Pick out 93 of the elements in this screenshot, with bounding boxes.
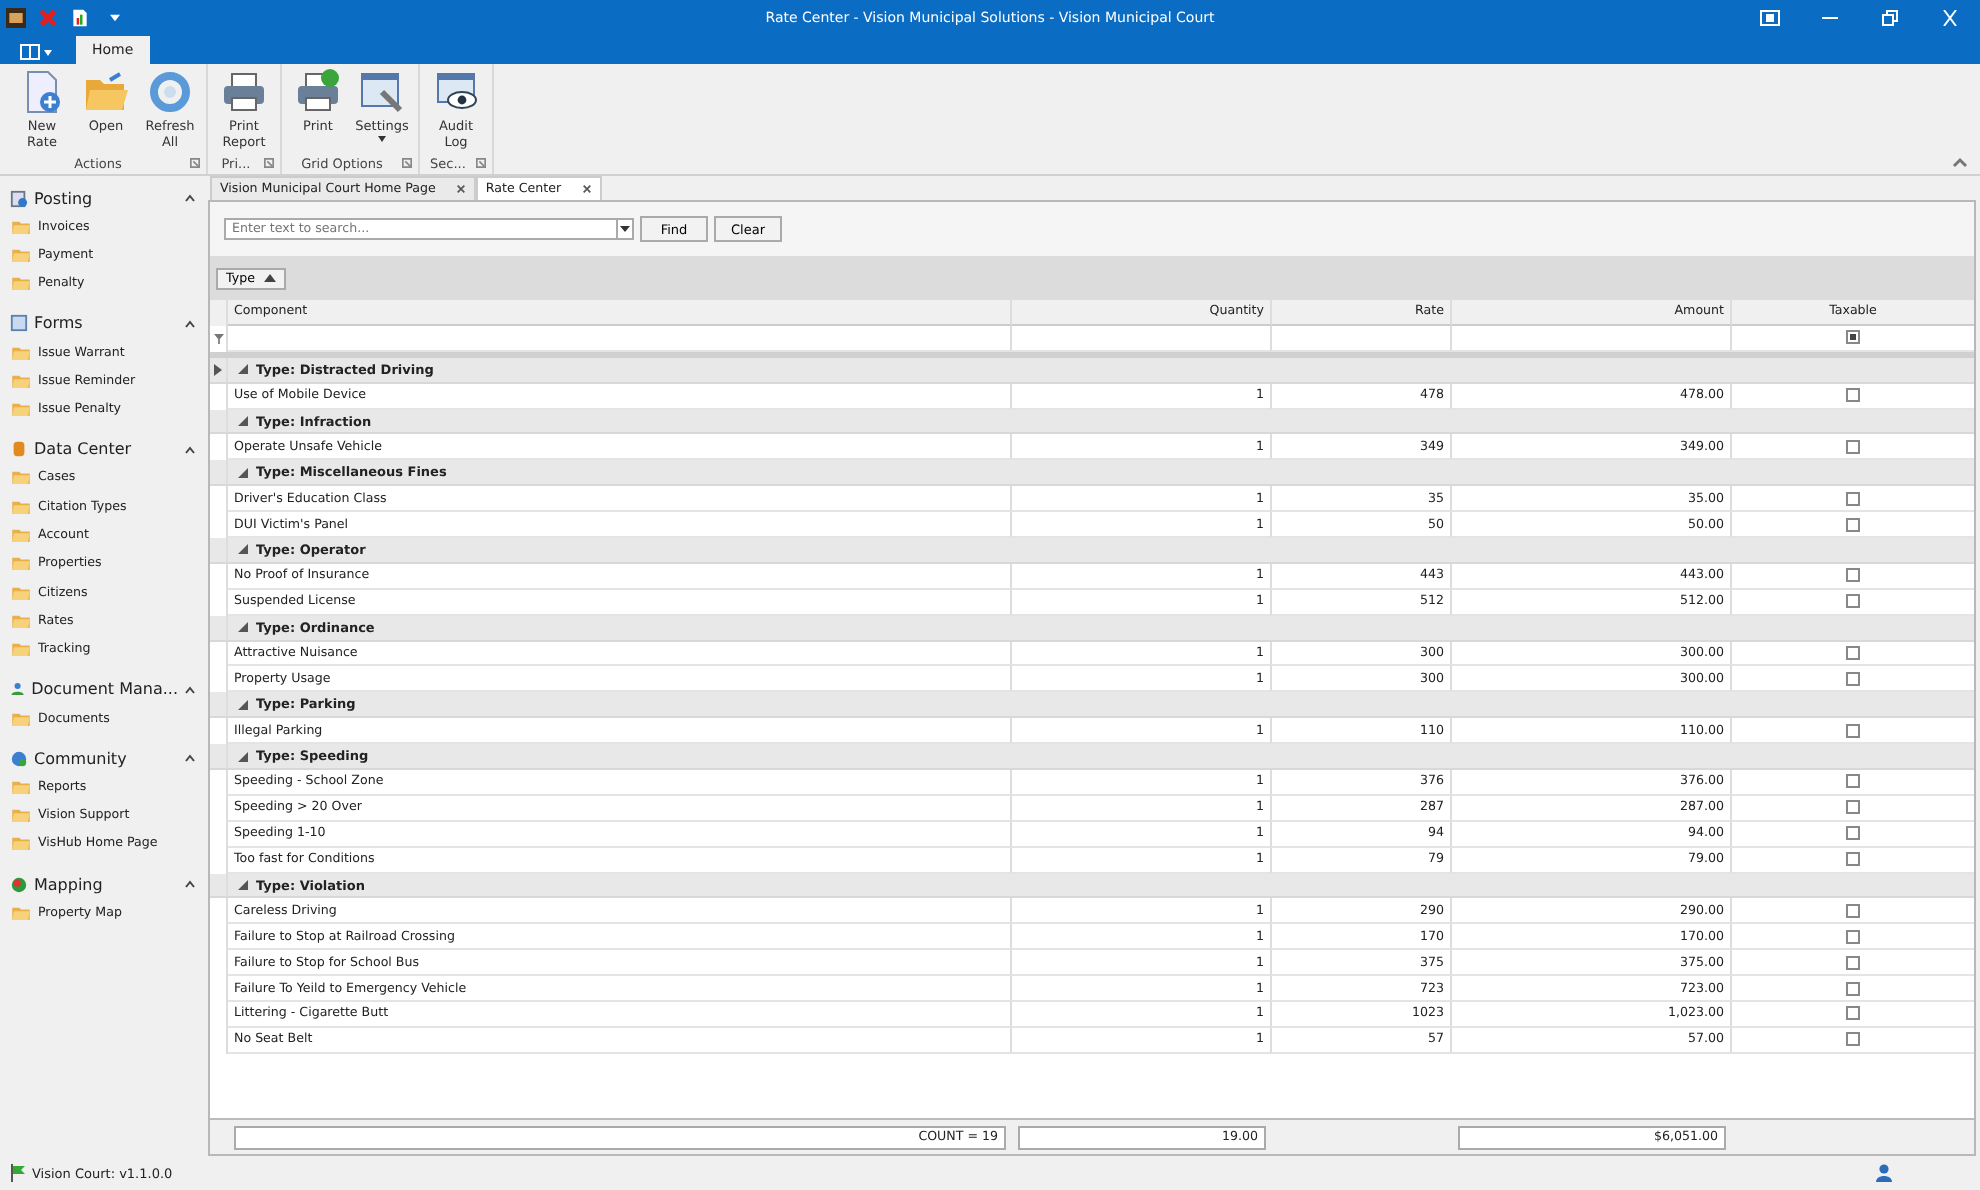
caret-icon[interactable] bbox=[184, 685, 196, 694]
settings-icon bbox=[358, 68, 406, 116]
checkbox[interactable] bbox=[1846, 1006, 1860, 1021]
expand-icon[interactable] bbox=[238, 880, 248, 891]
filter-icon[interactable] bbox=[213, 333, 223, 344]
caret-icon[interactable] bbox=[184, 880, 196, 889]
folder-icon bbox=[12, 499, 30, 514]
globe-icon bbox=[10, 875, 28, 894]
section-title[interactable]: Document Mana... bbox=[31, 680, 178, 699]
user-icon[interactable] bbox=[1876, 1164, 1892, 1182]
folder-icon bbox=[82, 68, 130, 116]
checkbox[interactable] bbox=[1846, 671, 1860, 686]
folder-icon bbox=[12, 556, 30, 571]
row-indicator-icon bbox=[214, 363, 222, 376]
filter-cell[interactable] bbox=[1452, 325, 1732, 352]
checkbox[interactable] bbox=[1846, 903, 1860, 918]
caret-icon bbox=[44, 49, 52, 55]
folder-icon bbox=[12, 373, 30, 388]
expand-icon[interactable] bbox=[238, 467, 248, 478]
dialog-launcher-icon[interactable] bbox=[476, 158, 486, 168]
sort-ascending-icon bbox=[264, 274, 277, 282]
form-icon bbox=[10, 314, 28, 333]
checkbox[interactable] bbox=[1846, 568, 1860, 583]
folder-icon bbox=[12, 470, 30, 485]
checkbox[interactable] bbox=[1846, 1032, 1860, 1047]
close-icon[interactable] bbox=[581, 184, 592, 194]
expand-icon[interactable] bbox=[238, 699, 248, 710]
caret-icon[interactable] bbox=[184, 194, 196, 202]
checkbox[interactable] bbox=[1846, 981, 1860, 996]
folder-icon bbox=[12, 711, 30, 725]
checkbox[interactable] bbox=[1846, 517, 1860, 532]
caret-icon[interactable] bbox=[184, 445, 196, 454]
globe-icon bbox=[10, 749, 28, 768]
folder-icon bbox=[12, 276, 30, 291]
filter-cell[interactable] bbox=[1272, 325, 1452, 352]
folder-icon bbox=[12, 808, 30, 823]
checkbox[interactable] bbox=[1846, 774, 1860, 789]
database-icon bbox=[10, 440, 28, 459]
checkbox[interactable] bbox=[1846, 723, 1860, 738]
dialog-launcher-icon[interactable] bbox=[190, 158, 200, 168]
checkbox[interactable] bbox=[1846, 388, 1860, 403]
maximize-icon[interactable] bbox=[1880, 10, 1900, 26]
dropdown-button[interactable] bbox=[618, 218, 634, 240]
expand-icon[interactable] bbox=[238, 364, 248, 375]
folder-icon bbox=[12, 585, 30, 600]
checkbox[interactable] bbox=[1846, 646, 1860, 661]
checkbox[interactable] bbox=[1846, 929, 1860, 944]
document-icon[interactable] bbox=[70, 8, 90, 28]
layout-icon[interactable] bbox=[1760, 10, 1780, 26]
folder-icon bbox=[12, 905, 30, 920]
folder-icon bbox=[12, 613, 30, 628]
caret-icon[interactable] bbox=[184, 754, 196, 763]
person-icon bbox=[10, 680, 26, 699]
checkbox[interactable] bbox=[1846, 852, 1860, 867]
checkbox[interactable] bbox=[1846, 800, 1860, 815]
collapse-ribbon-icon[interactable] bbox=[1952, 156, 1968, 168]
folder-icon bbox=[12, 402, 30, 417]
checkbox[interactable] bbox=[1846, 826, 1860, 841]
printer-icon bbox=[220, 68, 268, 116]
checkbox[interactable] bbox=[1846, 439, 1860, 454]
expand-icon[interactable] bbox=[238, 544, 248, 555]
section-title[interactable]: Posting bbox=[34, 189, 93, 207]
expand-icon[interactable] bbox=[238, 622, 248, 633]
dialog-launcher-icon[interactable] bbox=[402, 158, 412, 168]
checkbox[interactable] bbox=[1846, 955, 1860, 970]
caret-icon[interactable] bbox=[184, 319, 196, 328]
folder-icon bbox=[12, 528, 30, 543]
folder-icon bbox=[12, 345, 30, 360]
section-title[interactable]: Forms bbox=[34, 314, 83, 333]
flag-icon bbox=[10, 1164, 26, 1182]
page-icon bbox=[10, 189, 28, 207]
section-title[interactable]: Mapping bbox=[34, 875, 103, 894]
filter-cell[interactable] bbox=[1012, 325, 1272, 352]
dialog-launcher-icon[interactable] bbox=[264, 158, 274, 168]
folder-icon bbox=[12, 219, 30, 234]
section-title[interactable]: Data Center bbox=[34, 440, 132, 459]
folder-icon bbox=[12, 779, 30, 794]
folder-icon bbox=[12, 836, 30, 851]
printer-icon bbox=[294, 68, 342, 116]
checkbox[interactable] bbox=[1846, 594, 1860, 609]
panel-icon bbox=[20, 44, 40, 60]
close-icon[interactable] bbox=[455, 184, 466, 194]
filter-checkbox[interactable] bbox=[1846, 330, 1860, 345]
expand-icon[interactable] bbox=[238, 751, 248, 762]
dropdown-icon[interactable] bbox=[110, 14, 120, 22]
expand-icon[interactable] bbox=[238, 416, 248, 426]
folder-icon bbox=[12, 642, 30, 657]
section-title[interactable]: Community bbox=[34, 749, 127, 768]
app-logo-icon bbox=[6, 8, 26, 28]
filter-cell[interactable] bbox=[228, 325, 1012, 352]
caret-icon bbox=[620, 226, 630, 232]
folder-icon bbox=[12, 247, 30, 262]
checkbox[interactable] bbox=[1846, 491, 1860, 506]
